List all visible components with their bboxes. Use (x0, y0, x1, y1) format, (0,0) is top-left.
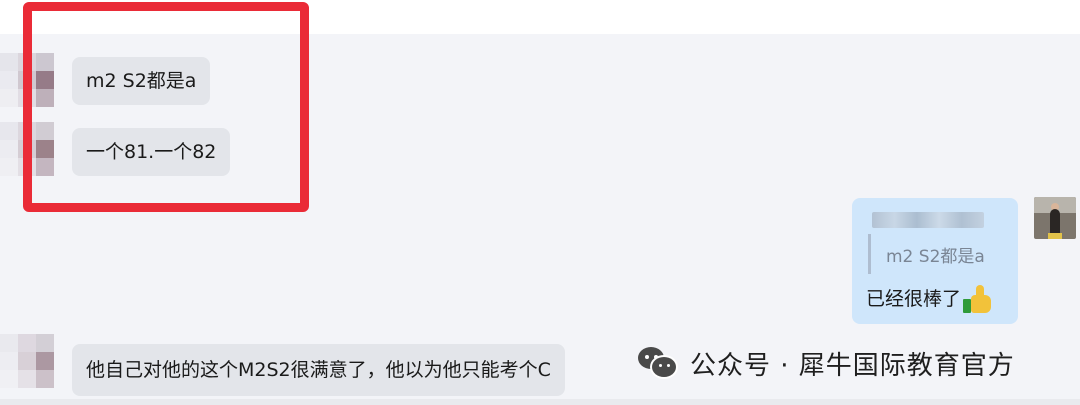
sender-avatar-blurred (0, 122, 54, 178)
reply-message: 已经很棒了 (866, 285, 993, 313)
message-text: 他自己对他的这个M2S2很满意了，他以为他只能考个C (86, 359, 551, 381)
sender-avatar-blurred (0, 53, 54, 109)
message-text: m2 S2都是a (86, 70, 197, 92)
message-bubble-1[interactable]: m2 S2都是a (72, 57, 211, 105)
message-text: 一个81.一个82 (86, 141, 217, 163)
message-bubble-2[interactable]: 一个81.一个82 (72, 128, 231, 176)
sender-avatar-blurred (0, 334, 54, 390)
quoted-message-text: m2 S2都是a (886, 247, 985, 267)
wechat-icon (638, 345, 680, 381)
watermark-text: 公众号 · 犀牛国际教育官方 (690, 350, 1015, 381)
self-avatar[interactable] (1034, 197, 1076, 239)
thumbs-up-icon (963, 285, 993, 313)
quote-bar (868, 234, 871, 274)
quoted-sender-name-blurred (872, 212, 984, 228)
message-bubble-4[interactable]: 他自己对他的这个M2S2很满意了，他以为他只能考个C (72, 344, 565, 396)
chat-top-area (0, 0, 1080, 34)
chat-bottom-edge (0, 399, 1080, 405)
watermark: 公众号 · 犀牛国际教育官方 (638, 343, 1015, 383)
reply-message-text: 已经很棒了 (866, 288, 962, 310)
chat-window: m2 S2都是a 一个81.一个82 m2 S2都是a 已经很棒了 他自己对他的… (0, 0, 1080, 405)
